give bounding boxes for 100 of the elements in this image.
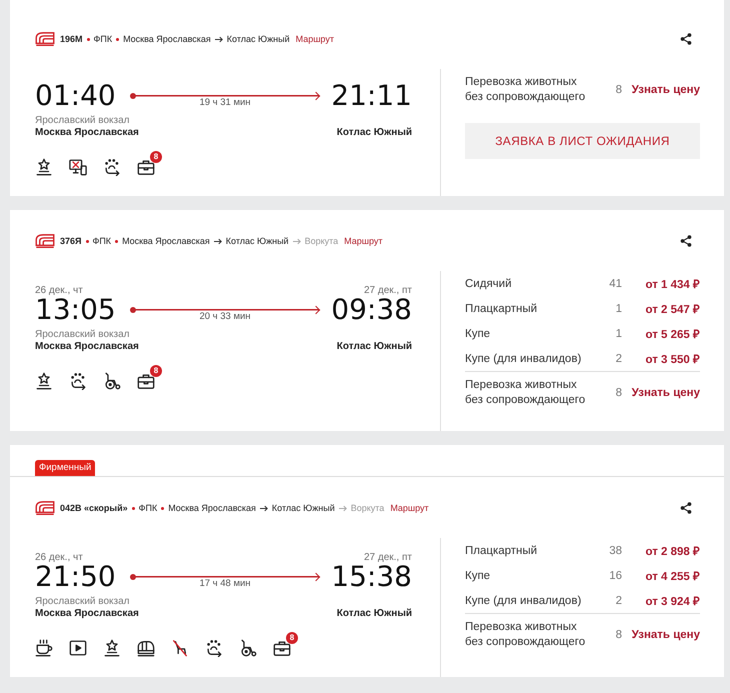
arrow-icon bbox=[214, 36, 223, 42]
fare-name: Купе (для инвалидов) bbox=[465, 594, 582, 606]
route-link[interactable]: Маршрут bbox=[296, 34, 334, 44]
fare-price[interactable]: от 1 434 ₽ bbox=[645, 276, 700, 291]
places-count: 8 bbox=[616, 386, 622, 400]
travel-duration: 17 ч 48 мин bbox=[199, 578, 251, 590]
count-badge: 8 bbox=[150, 365, 162, 377]
train-number: 196М bbox=[60, 34, 83, 44]
service-name: Перевозка животных без сопровождающего bbox=[465, 620, 586, 650]
train-number: 042В «скорый» bbox=[60, 503, 128, 513]
route-stop: Москва Ярославская bbox=[168, 503, 256, 513]
service-name: Перевозка животных без сопровождающего bbox=[465, 75, 586, 105]
price-link[interactable]: Узнать цену bbox=[632, 82, 700, 98]
seats-count: 41 bbox=[609, 278, 622, 290]
departure-time: 01:40 bbox=[35, 83, 116, 109]
train-car-icon bbox=[137, 639, 155, 657]
arrival-station: Котлас Южный bbox=[336, 127, 412, 139]
crossed-monitor-icon bbox=[69, 158, 87, 176]
departure-time: 13:05 bbox=[35, 297, 116, 323]
paw-arrow-icon bbox=[69, 372, 87, 390]
seats-count: 38 bbox=[609, 544, 622, 556]
route-link[interactable]: Маршрут bbox=[344, 236, 383, 246]
train-logo-icon bbox=[35, 32, 55, 46]
route-stop: Москва Ярославская bbox=[122, 236, 210, 246]
seats-count: 2 bbox=[616, 352, 622, 364]
station-note: Ярославский вокзал bbox=[35, 115, 130, 127]
crossed-chair-icon bbox=[171, 639, 189, 657]
paw-arrow-icon bbox=[103, 158, 121, 176]
departure-station: Москва Ярославская bbox=[35, 127, 139, 139]
star-podium-icon bbox=[35, 158, 53, 176]
route-stop: Москва Ярославская bbox=[123, 34, 211, 44]
route-link[interactable]: Маршрут bbox=[390, 503, 429, 513]
travel-duration: 19 ч 31 мин bbox=[199, 97, 251, 109]
price-link[interactable]: Узнать цену bbox=[632, 628, 700, 642]
wheelchair-icon bbox=[103, 372, 121, 390]
departure-date: 26 дек., чт bbox=[35, 552, 83, 564]
fare-name: Купе bbox=[465, 328, 490, 340]
dot-icon bbox=[86, 240, 88, 242]
carrier-name: ФПК bbox=[94, 34, 112, 44]
station-note: Ярославский вокзал bbox=[35, 329, 130, 341]
seats-count: 2 bbox=[616, 594, 622, 606]
fare-name: Купе bbox=[465, 570, 490, 582]
fare-price[interactable]: от 5 265 ₽ bbox=[645, 326, 700, 341]
train-badge: Фирменный bbox=[35, 460, 96, 476]
arrival-time: 15:38 bbox=[331, 564, 412, 590]
fare-price[interactable]: от 2 898 ₽ bbox=[645, 543, 700, 558]
briefcase-icon bbox=[273, 639, 291, 657]
briefcase-icon bbox=[137, 372, 155, 390]
carrier-name: ФПК bbox=[92, 236, 112, 246]
arrival-date: 27 дек., пт bbox=[364, 285, 412, 297]
arrow-icon bbox=[338, 504, 347, 512]
star-podium-icon bbox=[35, 372, 53, 390]
travel-duration: 20 ч 33 мин bbox=[199, 311, 251, 323]
fare-name: Сидячий bbox=[465, 278, 512, 290]
route-stop: Воркута bbox=[304, 236, 338, 246]
fare-price[interactable]: от 3 550 ₽ bbox=[645, 351, 700, 366]
arrival-station: Котлас Южный bbox=[336, 608, 412, 620]
arrival-date: 27 дек., пт bbox=[364, 552, 412, 564]
route-stop: Котлас Южный bbox=[226, 34, 290, 44]
share-icon[interactable] bbox=[680, 33, 692, 45]
train-number: 376Я bbox=[60, 236, 82, 246]
arrow-icon bbox=[292, 238, 301, 244]
fare-price[interactable]: от 3 924 ₽ bbox=[645, 593, 700, 608]
price-link[interactable]: Узнать цену bbox=[632, 386, 700, 400]
arrow-icon bbox=[214, 238, 222, 244]
fare-price[interactable]: от 4 255 ₽ bbox=[645, 568, 700, 583]
service-name: Перевозка животных без сопровождающего bbox=[465, 378, 586, 408]
departure-station: Москва Ярославская bbox=[35, 608, 139, 620]
fare-name: Плацкартный bbox=[465, 302, 538, 314]
fare-name: Плацкартный bbox=[465, 544, 538, 556]
station-note: Ярославский вокзал bbox=[35, 596, 130, 608]
seats-count: 1 bbox=[616, 328, 622, 340]
arrival-time: 21:11 bbox=[331, 83, 412, 109]
briefcase-icon bbox=[137, 158, 155, 176]
wheelchair-icon bbox=[239, 639, 257, 657]
route-stop: Воркута bbox=[350, 503, 384, 513]
waitlist-button[interactable]: ЗАЯВКА В ЛИСТ ОЖИДАНИЯ bbox=[465, 123, 700, 159]
dot-icon bbox=[132, 506, 135, 510]
seats-count: 1 bbox=[616, 302, 622, 314]
share-icon[interactable] bbox=[680, 235, 692, 247]
arrival-time: 09:38 bbox=[331, 297, 412, 323]
count-badge: 8 bbox=[150, 151, 162, 163]
arrival-station: Котлас Южный bbox=[336, 341, 412, 353]
places-count: 8 bbox=[616, 82, 622, 98]
seats-count: 16 bbox=[609, 570, 622, 582]
departure-time: 21:50 bbox=[35, 564, 116, 590]
fare-price[interactable]: от 2 547 ₽ bbox=[645, 301, 700, 316]
dot-icon bbox=[86, 38, 90, 40]
star-podium-icon bbox=[103, 639, 121, 657]
count-badge: 8 bbox=[286, 632, 298, 644]
route-stop: Котлас Южный bbox=[226, 236, 289, 246]
train-logo-icon bbox=[35, 234, 55, 248]
arrow-icon bbox=[260, 504, 268, 512]
coffee-cup-icon bbox=[35, 639, 53, 657]
dot-icon bbox=[115, 240, 118, 242]
play-icon bbox=[69, 639, 87, 657]
dot-icon bbox=[161, 506, 164, 510]
share-icon[interactable] bbox=[680, 502, 692, 514]
carrier-name: ФПК bbox=[138, 503, 158, 513]
departure-date: 26 дек., чт bbox=[35, 285, 83, 297]
